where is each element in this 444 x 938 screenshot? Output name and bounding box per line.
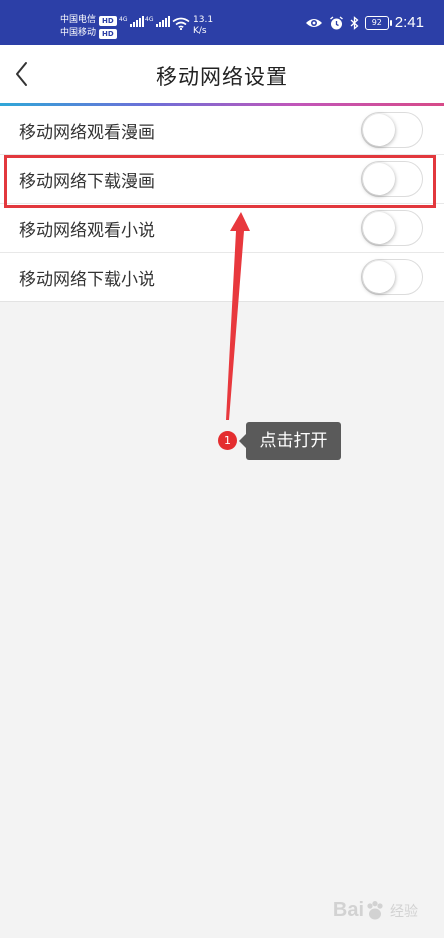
setting-row-download-comics: 移动网络下载漫画 [0,155,444,204]
setting-label: 移动网络观看漫画 [19,122,155,143]
setting-row-download-novels: 移动网络下载小说 [0,253,444,302]
eye-icon [305,19,322,27]
step-number-badge: 1 [218,431,237,450]
setting-label: 移动网络下载小说 [19,269,155,290]
toggle-knob [363,114,395,146]
setting-row-watch-comics: 移动网络观看漫画 [0,106,444,155]
setting-label: 移动网络下载漫画 [19,171,155,192]
signal-strength-icon: 4G [145,16,171,27]
setting-label: 移动网络观看小说 [19,220,155,241]
signal-strength-icon: 4G [119,16,145,27]
carrier-info: 中国电信 HD 中国移动 HD [60,14,117,40]
battery-level: 92 [371,18,382,27]
toggle-knob [363,261,395,293]
navigation-header: 移动网络设置 [0,45,444,103]
battery-icon: 92 [364,16,392,30]
toggle-knob [363,163,395,195]
alarm-icon [329,15,343,29]
network-speed-unit: K/s [193,26,207,36]
hd-badge: HD [99,28,117,39]
paw-logo-icon [367,900,383,919]
instruction-tooltip: 点击打开 [239,422,341,460]
carrier-2-name: 中国移动 [60,28,97,38]
settings-list: 移动网络观看漫画 移动网络下载漫画 移动网络观看小说 移动网络下载小说 [0,106,444,302]
network-type-label: 4G [119,16,128,23]
network-type-label: 4G [145,16,154,23]
carrier-1-name: 中国电信 [60,15,97,25]
watermark: Bai 经验 [333,899,418,922]
network-speed-value: 13.1 [193,15,214,25]
watch-comics-toggle[interactable] [361,112,423,148]
wifi-icon [172,17,190,30]
download-comics-toggle[interactable] [361,161,423,197]
setting-row-watch-novels: 移动网络观看小说 [0,204,444,253]
status-time: 2:41 [394,14,424,31]
hd-badge: HD [99,15,117,26]
download-novels-toggle[interactable] [361,259,423,295]
status-icons-right: 92 2:41 [305,14,424,32]
network-speed: 13.1 K/s [193,15,213,37]
watermark-text: Bai [332,899,364,921]
watermark-suffix: 经验 [390,902,418,919]
toggle-knob [363,212,395,244]
status-bar: 中国电信 HD 中国移动 HD 4G 4G 13.1 K/s 92 2:41 [0,0,444,45]
page-title: 移动网络设置 [156,65,288,89]
watch-novels-toggle[interactable] [361,210,423,246]
bluetooth-icon [350,16,359,30]
